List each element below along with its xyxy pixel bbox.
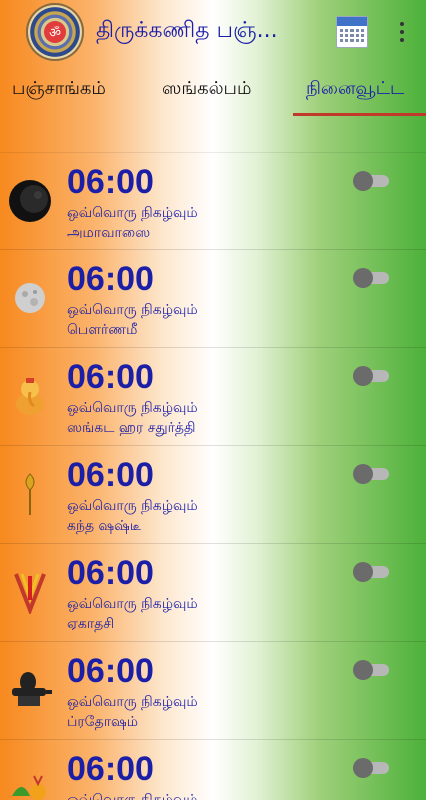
app-title: திருக்கணித பஞ்... [96,18,278,43]
app-logo[interactable]: ॐ [26,3,84,61]
shiva-lingam-icon [8,668,52,712]
list-item[interactable]: 06:00 ஒவ்வொரு நிகழ்வும் அமாவாஸை [0,152,426,250]
reminder-repeat: ஒவ்வொரு நிகழ்வும் [67,792,198,800]
reminder-toggle[interactable] [353,758,389,778]
full-moon-icon [8,276,52,320]
reminder-time[interactable]: 06:00 [67,652,154,691]
list-item[interactable]: 06:00 ஒவ்வொரு நிகழ்வும் பௌர்ணமீ [0,250,426,348]
reminder-toggle[interactable] [353,562,389,582]
list-item[interactable]: 06:00 ஒவ்வொரு நிகழ்வும் ப்ரதோஷம் [0,642,426,740]
festival-icon [8,766,52,800]
tab-bar: பஞ்சாங்கம் ஸங்கல்பம் நினைவூட்ட [0,64,426,120]
overflow-menu-icon[interactable] [395,20,409,44]
reminder-toggle[interactable] [353,268,389,288]
reminder-toggle[interactable] [353,660,389,680]
tab-reminders[interactable]: நினைவூட்ட [306,78,404,101]
reminder-list: 06:00 ஒவ்வொரு நிகழ்வும் அமாவாஸை 06:00 ஒவ… [0,152,426,800]
list-item[interactable]: 06:00 ஒவ்வொரு நிகழ்வும் [0,740,426,800]
reminder-time[interactable]: 06:00 [67,358,154,397]
reminder-event: ஏகாதசி [67,616,115,632]
reminder-toggle[interactable] [353,464,389,484]
reminder-repeat: ஒவ்வொரு நிகழ்வும் [67,205,198,221]
reminder-event: கந்த ஷஷ்டீ [67,518,141,534]
reminder-time[interactable]: 06:00 [67,750,154,789]
reminder-repeat: ஒவ்வொரு நிகழ்வும் [67,302,198,318]
tab-panchangam[interactable]: பஞ்சாங்கம் [12,78,106,101]
reminder-event: அமாவாஸை [67,225,151,241]
reminder-repeat: ஒவ்வொரு நிகழ்வும் [67,498,198,514]
active-tab-indicator [293,113,426,116]
reminder-event: ஸங்கட ஹர சதுர்த்தி [67,420,196,436]
reminder-toggle[interactable] [353,366,389,386]
reminder-repeat: ஒவ்வொரு நிகழ்வும் [67,596,198,612]
list-item[interactable]: 06:00 ஒவ்வொரு நிகழ்வும் ஏகாதசி [0,544,426,642]
new-moon-icon [8,179,52,223]
reminder-time[interactable]: 06:00 [67,163,154,202]
reminder-event: ப்ரதோஷம் [67,714,138,730]
ganesha-icon [8,374,52,418]
reminder-time[interactable]: 06:00 [67,456,154,495]
reminder-toggle[interactable] [353,171,389,191]
reminder-event: பௌர்ணமீ [67,322,138,338]
list-item[interactable]: 06:00 ஒவ்வொரு நிகழ்வும் கந்த ஷஷ்டீ [0,446,426,544]
list-item[interactable]: 06:00 ஒவ்வொரு நிகழ்வும் ஸங்கட ஹர சதுர்த்… [0,348,426,446]
reminder-time[interactable]: 06:00 [67,260,154,299]
tab-sankalpam[interactable]: ஸங்கல்பம் [162,78,251,101]
namam-icon [8,570,52,614]
reminder-repeat: ஒவ்வொரு நிகழ்வும் [67,400,198,416]
calendar-icon[interactable] [336,16,368,48]
om-icon: ॐ [44,21,66,43]
vel-spear-icon [8,472,52,516]
reminder-repeat: ஒவ்வொரு நிகழ்வும் [67,694,198,710]
reminder-time[interactable]: 06:00 [67,554,154,593]
